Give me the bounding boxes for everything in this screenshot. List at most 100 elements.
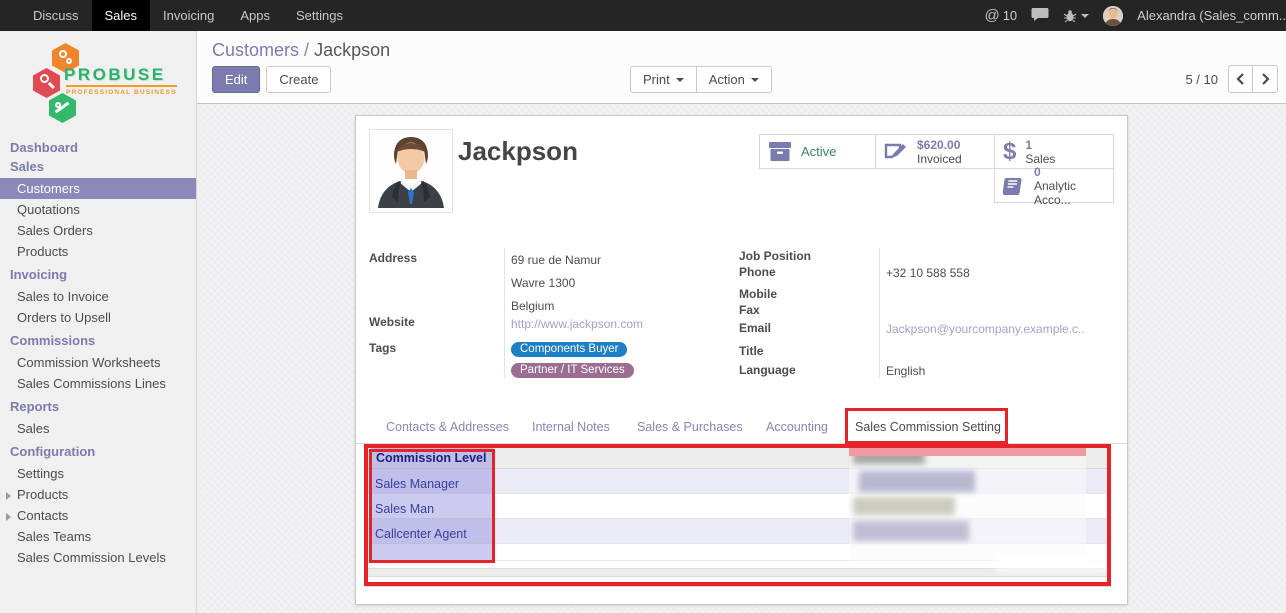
sidebar-item-products[interactable]: Products [0,241,196,262]
sidebar-heading-sales[interactable]: Sales [0,159,196,178]
sidebar-heading-dashboard[interactable]: Dashboard [0,135,196,159]
commission-level-cell[interactable]: Sales Man [375,502,434,516]
email-label: Email [739,321,771,335]
redacted-cell-text [853,521,969,541]
sidebar: PROBUSE PROFESSIONAL BUSINESS Dashboard … [0,31,197,613]
businessman-avatar-image [370,130,452,212]
pager-next-button[interactable] [1253,65,1278,93]
sidebar-item-label: Contacts [17,508,68,523]
active-label: Active [801,144,836,159]
print-dropdown-button[interactable]: Print [630,66,697,93]
commission-level-cell[interactable]: Callcenter Agent [375,527,467,541]
commission-level-header[interactable]: Commission Level [376,451,486,465]
caret-down-icon [676,78,684,82]
chat-bubble-icon[interactable] [1031,7,1049,24]
sidebar-item-config-contacts[interactable]: Contacts [0,505,196,526]
redacted-area [996,554,1110,570]
create-button[interactable]: Create [266,66,331,93]
tab-contacts-addresses[interactable]: Contacts & Addresses [382,411,513,443]
language-label: Language [739,363,796,377]
user-name[interactable]: Alexandra (Sales_comm.. [1137,8,1286,23]
mentions-button[interactable]: @ 10 [984,7,1017,24]
menu-apps[interactable]: Apps [227,0,283,31]
breadcrumb-customers-link[interactable]: Customers [212,40,299,60]
sidebar-nav: Dashboard Sales Customers Quotations Sal… [0,135,196,568]
tab-sales-commission-setting[interactable]: Sales Commission Setting [851,411,1005,443]
redacted-cell-text [853,497,955,515]
book-icon [1003,176,1025,196]
sidebar-heading-invoicing[interactable]: Invoicing [0,262,196,286]
customer-photo[interactable] [369,129,453,213]
address-line2: Wavre 1300 [511,276,575,290]
expand-arrow-icon[interactable] [6,492,11,500]
archive-box-icon [768,141,792,162]
chevron-right-icon [1261,73,1270,85]
edit-button[interactable]: Edit [212,66,260,93]
website-label: Website [369,315,415,329]
logo-hexagon-magnifier-icon [33,68,60,98]
sidebar-item-settings[interactable]: Settings [0,463,196,484]
bug-icon [1063,9,1077,23]
customer-name: Jackpson [458,136,578,167]
app-menus: Discuss Sales Invoicing Apps Settings [0,0,356,31]
menu-settings[interactable]: Settings [283,0,356,31]
menu-sales[interactable]: Sales [92,0,151,31]
user-avatar[interactable] [1103,6,1123,26]
dollar-icon: $ [1003,138,1016,166]
sidebar-item-commission-worksheets[interactable]: Commission Worksheets [0,352,196,373]
phone-value: +32 10 588 558 [886,266,970,280]
email-link[interactable]: Jackpson@yourcompany.example.c.. [886,322,1085,336]
tag-components-buyer[interactable]: Components Buyer [511,342,627,357]
sidebar-item-config-products[interactable]: Products [0,484,196,505]
control-panel: Customers / Jackpson Edit Create Print A… [197,31,1286,104]
record-pager: 5 / 10 [1185,65,1278,93]
title-label: Title [739,344,763,358]
field-group-divider [879,248,880,378]
sidebar-item-quotations[interactable]: Quotations [0,199,196,220]
analytic-accounts-stat-button[interactable]: 0 Analytic Acco... [994,168,1114,203]
sales-count-label: Sales [1025,152,1055,166]
expand-arrow-icon[interactable] [6,513,11,521]
menu-discuss[interactable]: Discuss [20,0,92,31]
tab-sales-purchases[interactable]: Sales & Purchases [633,411,747,443]
active-stat-button[interactable]: Active [759,134,876,169]
menu-invoicing[interactable]: Invoicing [150,0,227,31]
caret-down-icon [751,78,759,82]
sidebar-item-sales-commissions-lines[interactable]: Sales Commissions Lines [0,373,196,394]
sidebar-item-orders-to-upsell[interactable]: Orders to Upsell [0,307,196,328]
sidebar-heading-configuration[interactable]: Configuration [0,439,196,463]
sidebar-item-label: Products [17,487,68,502]
sidebar-item-sales-orders[interactable]: Sales Orders [0,220,196,241]
field-group-divider [504,248,505,378]
main-content: Jackpson Active $620.00 Invoiced $ [197,104,1286,613]
logo-title: PROBUSE [64,65,166,85]
breadcrumb-separator: / [304,40,309,60]
sidebar-heading-reports[interactable]: Reports [0,394,196,418]
commission-level-cell[interactable]: Sales Manager [375,477,459,491]
sidebar-item-sales-commission-levels[interactable]: Sales Commission Levels [0,547,196,568]
action-dropdown-button[interactable]: Action [697,66,772,93]
mention-count: 10 [1003,8,1017,23]
phone-label: Phone [739,265,776,279]
sidebar-item-sales-teams[interactable]: Sales Teams [0,526,196,547]
tab-internal-notes[interactable]: Internal Notes [528,411,614,443]
tag-partner-it-services[interactable]: Partner / IT Services [511,363,634,378]
customer-form-sheet: Jackpson Active $620.00 Invoiced $ [355,115,1128,605]
address-line1: 69 rue de Namur [511,253,601,267]
tags-field: Components Buyer Partner / IT Services [511,339,634,381]
logo-hexagon-tools-icon [49,93,76,123]
sidebar-item-sales-to-invoice[interactable]: Sales to Invoice [0,286,196,307]
sheet-divider [366,586,1111,587]
invoiced-stat-button[interactable]: $620.00 Invoiced [875,134,995,169]
sidebar-item-reports-sales[interactable]: Sales [0,418,196,439]
invoiced-value: $620.00 [917,138,962,152]
website-link[interactable]: http://www.jackpson.com [511,317,643,331]
chevron-left-icon [1236,73,1245,85]
tab-accounting[interactable]: Accounting [762,411,832,443]
debug-menu-button[interactable] [1063,9,1089,23]
address-line3: Belgium [511,299,554,313]
action-label: Action [709,72,745,87]
sidebar-item-customers[interactable]: Customers [0,178,196,199]
sidebar-heading-commissions[interactable]: Commissions [0,328,196,352]
pager-previous-button[interactable] [1228,65,1253,93]
